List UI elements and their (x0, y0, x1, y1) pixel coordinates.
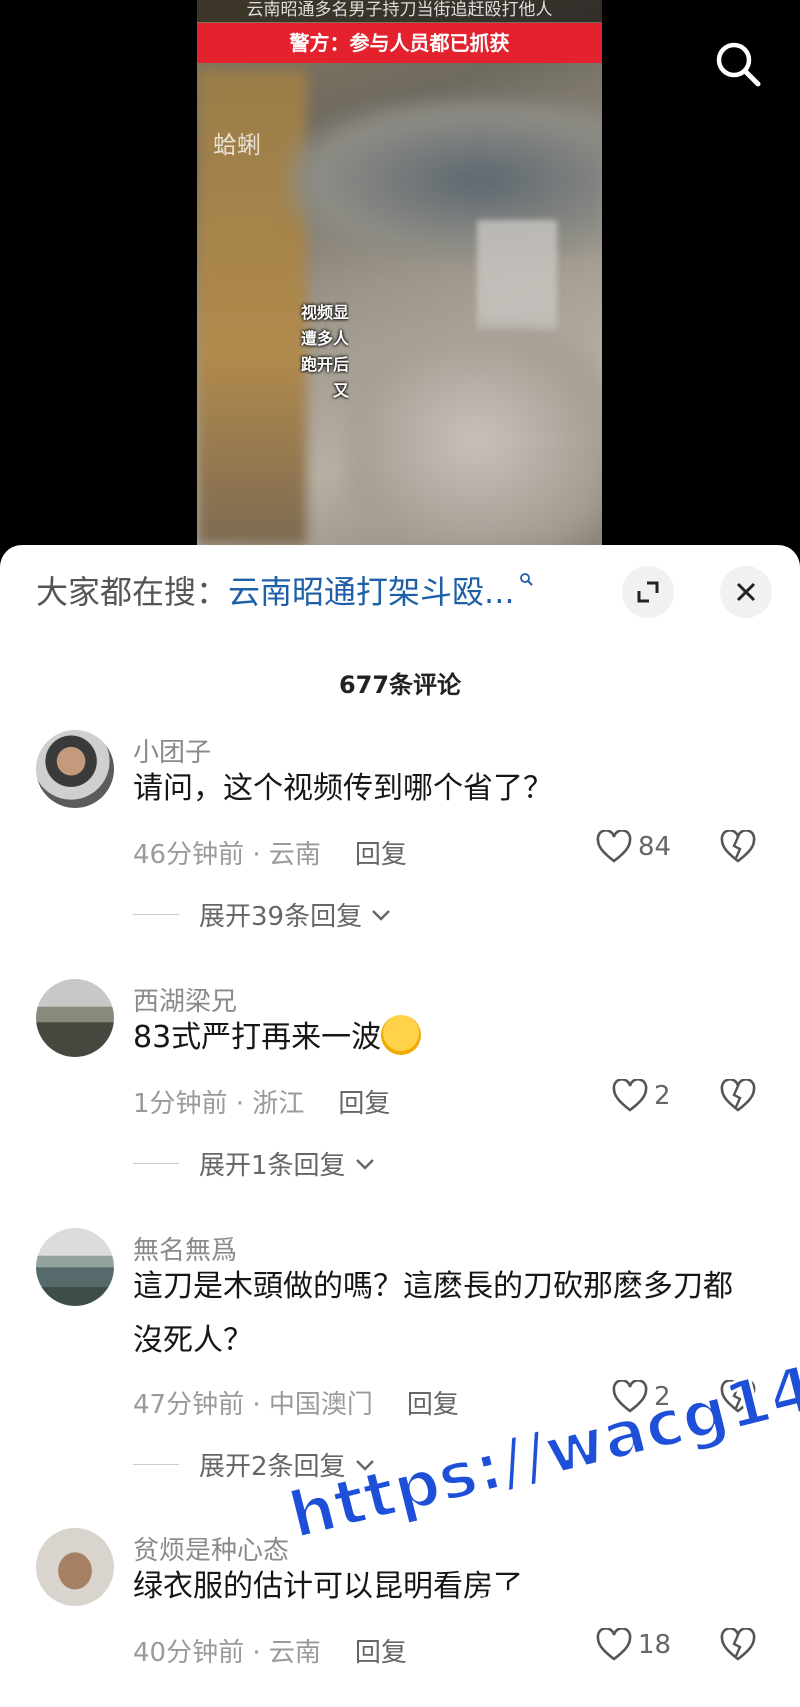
like-button[interactable]: 84 (596, 830, 671, 864)
avatar[interactable] (36, 1228, 114, 1306)
expand-replies-label: 展开1条回复 (199, 1151, 346, 1181)
dislike-button[interactable] (720, 829, 760, 870)
video-red-banner: 警方：参与人员都已抓获 (197, 23, 602, 63)
like-count: 84 (638, 832, 672, 862)
avatar[interactable] (36, 1528, 114, 1606)
like-count: 2 (654, 1382, 671, 1412)
like-button[interactable]: 2 (612, 1079, 671, 1113)
heart-icon (596, 1628, 632, 1661)
like-button[interactable]: 2 (612, 1380, 671, 1414)
reply-button[interactable]: 回复 (355, 834, 407, 871)
trending-search-link[interactable]: 云南昭通打架斗殴... (228, 567, 515, 613)
heart-icon (612, 1380, 648, 1413)
heart-icon (612, 1079, 648, 1112)
comment-text: 83式严打再来一波 (133, 1011, 753, 1065)
broken-heart-icon (720, 1078, 756, 1112)
reply-button[interactable]: 回复 (355, 1632, 407, 1669)
broken-heart-icon (720, 829, 756, 863)
chevron-down-icon (355, 1459, 374, 1471)
expand-replies-button[interactable]: 展开1条回复 (133, 1145, 376, 1182)
video-blur-region (347, 330, 602, 545)
video-watermark: 蛤蜊 (213, 131, 261, 159)
like-count: 2 (654, 1081, 671, 1111)
expand-icon (637, 581, 659, 603)
reply-button[interactable]: 回复 (338, 1083, 390, 1120)
close-button[interactable] (720, 566, 772, 618)
search-small-icon[interactable] (519, 571, 533, 590)
heart-icon (596, 830, 632, 863)
video-player[interactable]: 云南昭通多名男子持刀当街追赶殴打他人 警方：参与人员都已抓获 蛤蜊 视频显 遭多… (0, 0, 800, 545)
like-count: 18 (638, 1630, 672, 1660)
close-icon (736, 582, 756, 602)
comment-count: 677条评论 (338, 671, 462, 699)
comment-text: 请问，这个视频传到哪个省了？ (133, 771, 553, 806)
fullscreen-button[interactable] (622, 566, 674, 618)
comment-text-body: 83式严打再来一波 (133, 1020, 382, 1055)
expand-replies-label: 展开2条回复 (199, 1452, 346, 1482)
expand-replies-label: 展开39条回复 (199, 902, 363, 932)
comment-text: 绿衣服的估计可以昆明看房了 (133, 1569, 523, 1604)
divider (133, 914, 179, 915)
broken-heart-icon (720, 1379, 756, 1413)
video-subtitle: 视频显 遭多人 跑开后又 (289, 300, 349, 404)
broken-heart-icon (720, 1627, 756, 1661)
time-location: 40分钟前 · 云南 (133, 1638, 321, 1668)
avatar[interactable] (36, 979, 114, 1057)
video-subtitle-line: 跑开后又 (300, 355, 349, 400)
divider (133, 1163, 179, 1164)
comment-meta: 47分钟前 · 中国澳门 回复 (133, 1384, 459, 1421)
trending-search-prefix: 大家都在搜： (36, 573, 229, 611)
laughing-emoji-icon (381, 1014, 422, 1055)
expand-replies-button[interactable]: 展开39条回复 (133, 896, 392, 933)
video-top-caption: 云南昭通多名男子持刀当街追赶殴打他人 (197, 0, 602, 22)
expand-replies-button[interactable]: 展开2条回复 (133, 1446, 376, 1483)
video-blur-region (477, 220, 557, 330)
dislike-button[interactable] (720, 1379, 760, 1420)
divider (133, 1464, 179, 1465)
time-location: 46分钟前 · 云南 (133, 840, 321, 870)
search-icon[interactable] (712, 38, 764, 90)
chevron-down-icon (372, 909, 390, 921)
avatar[interactable] (36, 730, 114, 808)
comment-meta: 1分钟前 · 浙江 回复 (133, 1083, 390, 1120)
video-subtitle-line: 遭多人 (300, 329, 349, 348)
comment-text: 這刀是木頭做的嗎？這麽長的刀砍那麽多刀都沒死人？ (133, 1269, 733, 1358)
video-subtitle-line: 视频显 (300, 303, 349, 322)
chevron-down-icon (355, 1158, 374, 1170)
trending-search-row: 大家都在搜： 云南昭通打架斗殴... (36, 565, 533, 615)
comment-meta: 40分钟前 · 云南 回复 (133, 1632, 407, 1669)
dislike-button[interactable] (720, 1627, 760, 1668)
like-button[interactable]: 18 (596, 1628, 671, 1662)
time-location: 1分钟前 · 浙江 (133, 1089, 305, 1119)
video-frame[interactable]: 云南昭通多名男子持刀当街追赶殴打他人 警方：参与人员都已抓获 蛤蜊 视频显 遭多… (197, 0, 602, 545)
time-location: 47分钟前 · 中国澳门 (133, 1390, 373, 1420)
comment-meta: 46分钟前 · 云南 回复 (133, 834, 407, 871)
comments-sheet: 大家都在搜： 云南昭通打架斗殴... 677条评论 小团子 请问，这个视频传到哪… (0, 545, 800, 1707)
dislike-button[interactable] (720, 1078, 760, 1119)
reply-button[interactable]: 回复 (407, 1384, 459, 1421)
